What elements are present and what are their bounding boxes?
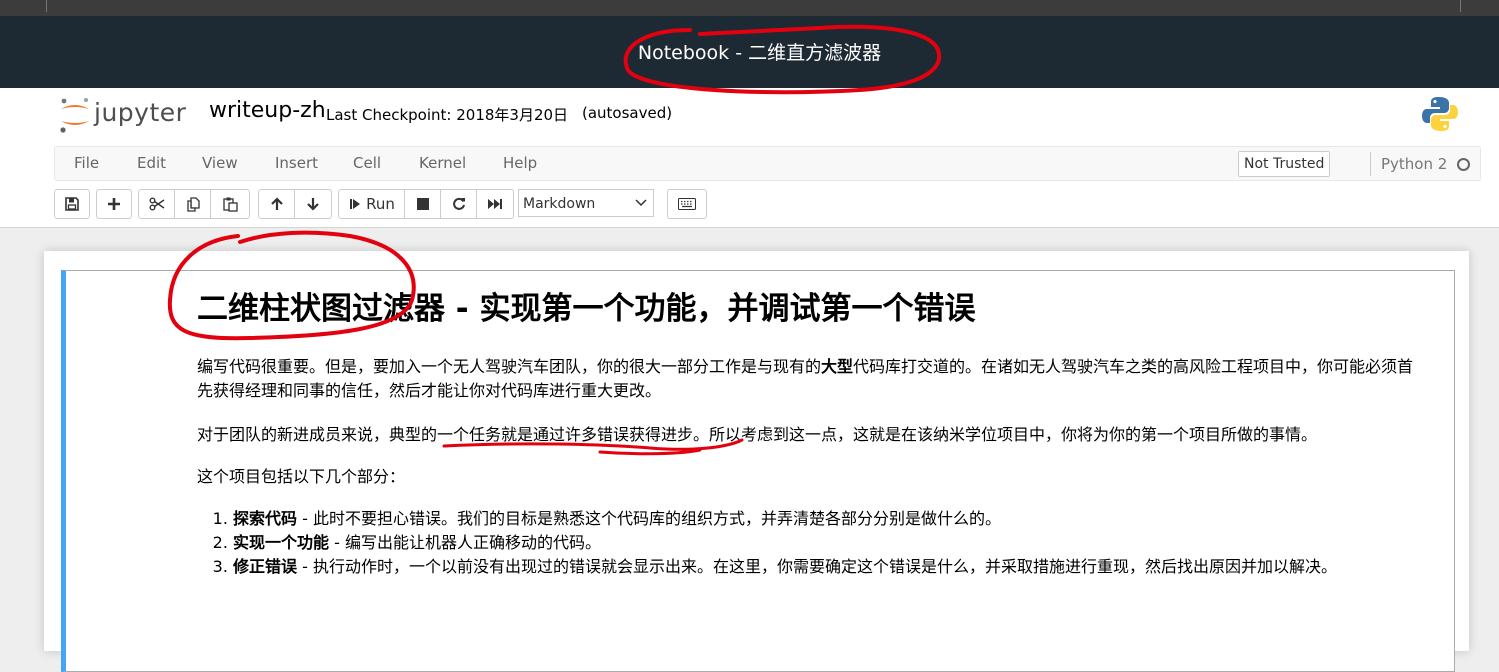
stop-icon — [417, 198, 429, 210]
save-icon — [65, 197, 79, 211]
list-item-title: 修正错误 — [233, 557, 298, 576]
save-button[interactable] — [54, 189, 90, 219]
step-forward-icon — [350, 199, 361, 209]
autosave-status: (autosaved) — [582, 104, 673, 122]
kernel-name: Python 2 — [1381, 155, 1448, 173]
menu-edit[interactable]: Edit — [137, 154, 166, 172]
paragraph-task: 对于团队的新进成员来说，典型的一个任务就是通过许多错误获得进步。所以考虑到这一点… — [197, 425, 1318, 444]
arrow-down-icon — [307, 198, 319, 211]
kernel-idle-indicator — [1457, 158, 1470, 171]
menu-kernel[interactable]: Kernel — [419, 154, 466, 172]
cell-heading: 二维柱状图过滤器 - 实现第一个功能，并调试第一个错误 — [197, 291, 976, 327]
menu-insert[interactable]: Insert — [275, 154, 318, 172]
jupyter-header: jupyter writeup-zh Last Checkpoint: 2018… — [0, 88, 1499, 143]
list-item-title: 探索代码 — [233, 509, 298, 528]
notebook-container: 二维柱状图过滤器 - 实现第一个功能，并调试第一个错误 编写代码很重要。但是，要… — [44, 251, 1469, 672]
plus-icon — [108, 198, 120, 210]
menu-view[interactable]: View — [202, 154, 238, 172]
menu-cell[interactable]: Cell — [353, 154, 381, 172]
list-item-text: - 此时不要担心错误。我们的目标是熟悉这个代码库的组织方式，并弄清楚各部分分别是… — [297, 509, 1001, 528]
jupyter-logo-icon — [60, 98, 89, 133]
list-item-text: - 执行动作时，一个以前没有出现过的错误就会显示出来。在这里，你需要确定这个错误… — [297, 557, 1337, 576]
restart-icon — [453, 197, 465, 210]
jupyter-logo[interactable]: jupyter — [58, 94, 198, 134]
kernel-divider — [1370, 152, 1371, 176]
fast-forward-icon — [488, 199, 502, 209]
checkpoint-status: Last Checkpoint: 2018年3月20日 — [326, 106, 569, 124]
run-button[interactable]: Run — [338, 189, 406, 219]
arrow-up-icon — [271, 197, 283, 210]
restart-button[interactable] — [440, 189, 478, 219]
command-palette-button[interactable] — [667, 189, 707, 219]
menubar-container: File Edit View Insert Cell Kernel Help N… — [0, 143, 1499, 228]
cell-type-select[interactable]: Markdown — [518, 189, 654, 217]
list-item: 实现一个功能 - 编写出能让机器人正确移动的代码。 — [233, 531, 1417, 555]
run-all-button[interactable] — [476, 189, 514, 219]
cut-icon — [149, 197, 165, 211]
cut-button[interactable] — [138, 189, 176, 219]
paragraph-intro-bold: 大型 — [821, 357, 854, 376]
interrupt-button[interactable] — [404, 189, 442, 219]
paste-button[interactable] — [210, 189, 250, 219]
list-item-text: - 编写出能让机器人正确移动的代码。 — [329, 533, 601, 552]
os-top-strip — [0, 0, 1499, 16]
move-up-button[interactable] — [258, 189, 296, 219]
list-item: 修正错误 - 执行动作时，一个以前没有出现过的错误就会显示出来。在这里，你需要确… — [233, 555, 1417, 579]
copy-button[interactable] — [174, 189, 212, 219]
window-titlebar: Notebook - 二维直方滤波器 — [0, 16, 1499, 88]
insert-cell-button[interactable] — [96, 189, 132, 219]
chevron-down-icon — [635, 199, 647, 207]
window-title: Notebook - 二维直方滤波器 — [637, 41, 882, 64]
move-down-button[interactable] — [294, 189, 332, 219]
trust-button[interactable]: Not Trusted — [1238, 151, 1331, 177]
notebook-name[interactable]: writeup-zh — [209, 98, 326, 123]
markdown-cell[interactable]: 二维柱状图过滤器 - 实现第一个功能，并调试第一个错误 编写代码很重要。但是，要… — [61, 270, 1455, 672]
run-label: Run — [366, 195, 395, 213]
menu-help[interactable]: Help — [503, 154, 537, 172]
project-parts-list: 探索代码 - 此时不要担心错误。我们的目标是熟悉这个代码库的组织方式，并弄清楚各… — [197, 507, 1417, 579]
list-item: 探索代码 - 此时不要担心错误。我们的目标是熟悉这个代码库的组织方式，并弄清楚各… — [233, 507, 1417, 531]
paragraph-intro: 编写代码很重要。但是，要加入一个无人驾驶汽车团队，你的很大一部分工作是与现有的大… — [197, 355, 1417, 403]
keyboard-icon — [678, 198, 696, 210]
menu-file[interactable]: File — [74, 154, 99, 172]
copy-icon — [186, 196, 200, 212]
cell-type-value: Markdown — [523, 196, 596, 212]
paste-icon — [222, 197, 238, 212]
python-logo-icon — [1422, 97, 1458, 131]
paragraph-parts-intro: 这个项目包括以下几个部分： — [197, 467, 406, 486]
paragraph-intro-text: 编写代码很重要。但是，要加入一个无人驾驶汽车团队，你的很大一部分工作是与现有的 — [197, 357, 822, 376]
strip-divider — [46, 0, 47, 12]
strip-divider — [1460, 0, 1461, 12]
menubar: File Edit View Insert Cell Kernel Help N… — [54, 146, 1481, 181]
jupyter-wordmark: jupyter — [94, 98, 187, 127]
list-item-title: 实现一个功能 — [233, 533, 330, 552]
